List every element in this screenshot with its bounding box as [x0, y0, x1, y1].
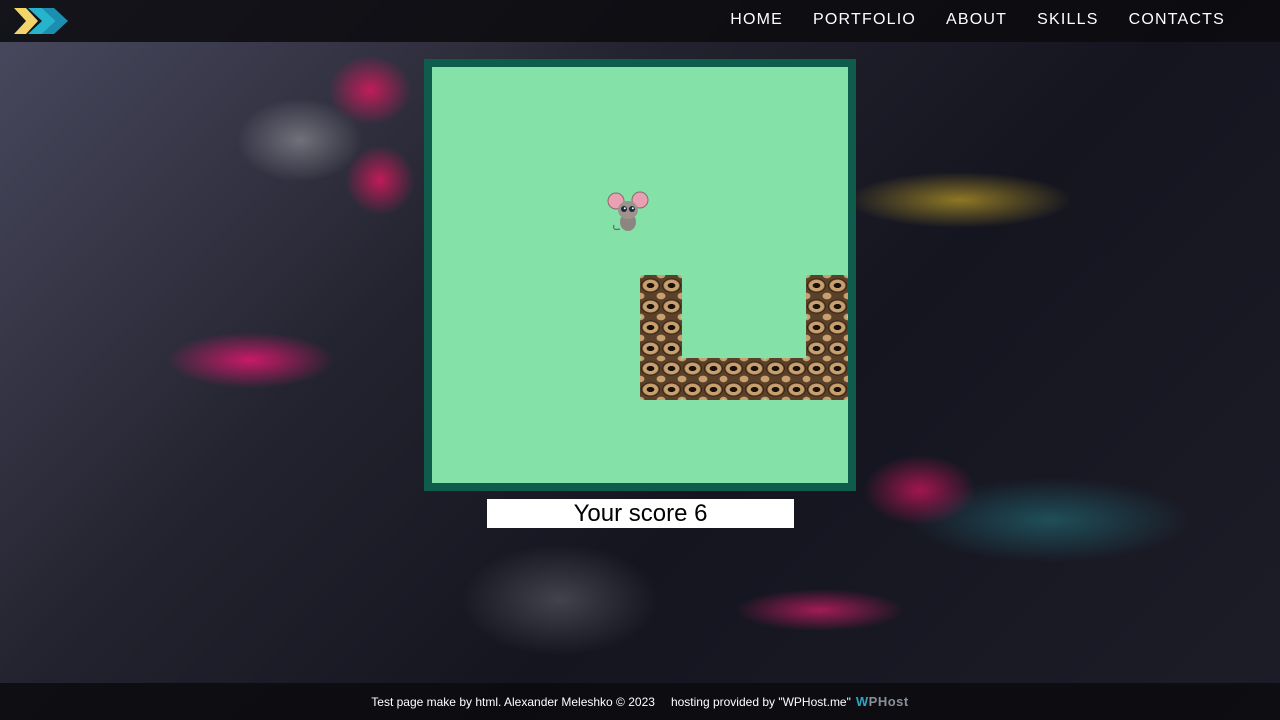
copyright-text: Test page make by html. Alexander Melesh… — [371, 694, 655, 709]
hosting-text: hosting provided by "WPHost.me" — [670, 694, 851, 709]
snake-segment — [806, 358, 849, 401]
snake-segment — [640, 358, 682, 401]
nav-portfolio[interactable]: PORTFOLIO — [813, 11, 916, 29]
snake-segment — [806, 316, 849, 359]
nav-contacts[interactable]: CONTACTS — [1129, 11, 1225, 29]
snake-head — [640, 275, 682, 317]
main-nav: HOME PORTFOLIO ABOUT SKILLS CONTACTS — [730, 0, 1225, 40]
score-display: Your score 6 — [487, 499, 794, 528]
snake-segment — [640, 316, 682, 359]
game-board[interactable] — [424, 59, 856, 491]
nav-skills[interactable]: SKILLS — [1037, 11, 1098, 29]
snake-segment — [764, 358, 807, 401]
nav-about[interactable]: ABOUT — [946, 11, 1007, 29]
nav-home[interactable]: HOME — [730, 11, 783, 29]
double-chevron-logo-icon[interactable] — [14, 6, 70, 36]
snake-segment — [806, 275, 849, 317]
footer: Test page make by html. Alexander Melesh… — [0, 683, 1280, 720]
snake-segment — [681, 358, 724, 401]
wphost-logo[interactable]: WPHost — [856, 694, 909, 709]
snake-segment — [723, 358, 766, 401]
mouse-food-icon — [607, 191, 649, 231]
top-navbar: HOME PORTFOLIO ABOUT SKILLS CONTACTS — [0, 0, 1280, 42]
